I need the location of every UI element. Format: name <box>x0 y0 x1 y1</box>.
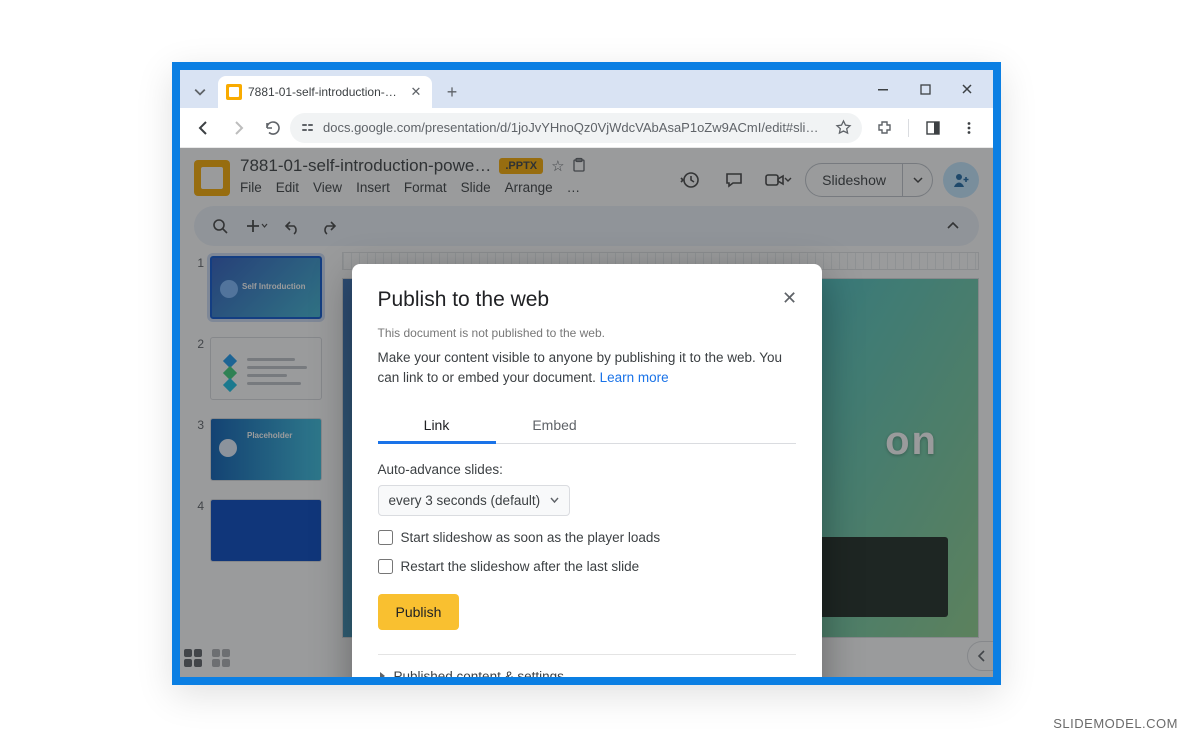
auto-advance-value: every 3 seconds (default) <box>389 493 541 508</box>
chrome-menu-button[interactable] <box>953 112 985 144</box>
window-close-button[interactable] <box>947 74 987 104</box>
sidepanel-icon <box>925 120 941 136</box>
dialog-description-text: Make your content visible to anyone by p… <box>378 350 783 385</box>
extensions-button[interactable] <box>868 112 900 144</box>
tab-strip: 7881-01-self-introduction-pow… ✕ + <box>180 70 993 108</box>
arrow-right-icon <box>229 119 247 137</box>
publish-button[interactable]: Publish <box>378 594 460 630</box>
watermark: SLIDEMODEL.COM <box>1053 716 1178 731</box>
url-text: docs.google.com/presentation/d/1joJvYHno… <box>323 120 827 135</box>
dialog-separator <box>378 654 796 655</box>
restart-label: Restart the slideshow after the last sli… <box>401 559 640 574</box>
minimize-icon <box>877 83 889 95</box>
auto-advance-label: Auto-advance slides: <box>378 462 796 477</box>
nav-forward-button[interactable] <box>222 112 254 144</box>
dialog-close-button[interactable]: ✕ <box>776 284 804 312</box>
autostart-checkbox-row[interactable]: Start slideshow as soon as the player lo… <box>378 530 796 545</box>
sidepanel-button[interactable] <box>917 112 949 144</box>
learn-more-link[interactable]: Learn more <box>600 370 669 385</box>
reload-icon <box>264 119 281 136</box>
maximize-icon <box>920 84 931 95</box>
tab-title: 7881-01-self-introduction-pow… <box>248 85 402 99</box>
close-icon <box>961 83 973 95</box>
tab-close-button[interactable]: ✕ <box>408 84 424 100</box>
restart-checkbox-row[interactable]: Restart the slideshow after the last sli… <box>378 559 796 574</box>
slides-app: 7881-01-self-introduction-powe… .PPTX ☆ … <box>180 148 993 677</box>
caret-right-icon <box>378 671 386 677</box>
publish-button-label: Publish <box>396 604 442 620</box>
nav-reload-button[interactable] <box>256 112 288 144</box>
address-bar: docs.google.com/presentation/d/1joJvYHno… <box>180 108 993 148</box>
slides-favicon <box>226 84 242 100</box>
restart-checkbox[interactable] <box>378 559 393 574</box>
browser-window: 7881-01-self-introduction-pow… ✕ + <box>180 70 993 677</box>
publish-dialog: ✕ Publish to the web This document is no… <box>352 264 822 677</box>
toolbar-divider <box>908 119 909 137</box>
tab-search-dropdown[interactable] <box>186 78 214 106</box>
window-minimize-button[interactable] <box>863 74 903 104</box>
published-content-expander[interactable]: Published content & settings <box>378 669 796 678</box>
url-bar[interactable]: docs.google.com/presentation/d/1joJvYHno… <box>290 113 862 143</box>
nav-back-button[interactable] <box>188 112 220 144</box>
dialog-description: Make your content visible to anyone by p… <box>378 348 796 389</box>
autostart-checkbox[interactable] <box>378 530 393 545</box>
auto-advance-select[interactable]: every 3 seconds (default) <box>378 485 571 516</box>
caret-down-icon <box>550 497 559 504</box>
kebab-menu-icon <box>962 121 976 135</box>
published-content-label: Published content & settings <box>394 669 564 678</box>
tab-link[interactable]: Link <box>378 407 496 443</box>
arrow-left-icon <box>195 119 213 137</box>
publish-status-text: This document is not published to the we… <box>378 326 796 340</box>
tab-embed[interactable]: Embed <box>496 407 614 443</box>
autostart-label: Start slideshow as soon as the player lo… <box>401 530 661 545</box>
window-maximize-button[interactable] <box>905 74 945 104</box>
new-tab-button[interactable]: + <box>438 78 466 106</box>
bookmark-star-icon[interactable] <box>835 119 852 136</box>
site-settings-icon <box>300 120 315 135</box>
chevron-down-icon <box>194 86 206 98</box>
browser-tab[interactable]: 7881-01-self-introduction-pow… ✕ <box>218 76 432 108</box>
screenshot-frame: 7881-01-self-introduction-pow… ✕ + <box>172 62 1001 685</box>
extensions-icon <box>876 119 893 136</box>
dialog-title: Publish to the web <box>378 288 796 312</box>
dialog-tabs: Link Embed <box>378 407 796 444</box>
